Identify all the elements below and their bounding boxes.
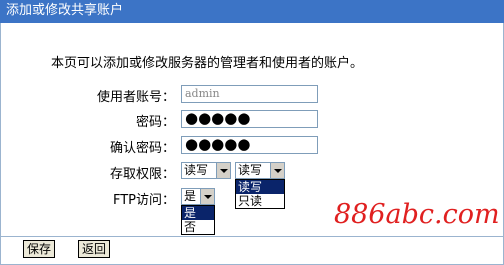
access-dropdown-list[interactable]: 读写 只读 [235,179,285,209]
ftp-option-no[interactable]: 否 [182,220,214,234]
save-button[interactable]: 保存 [23,240,55,258]
ftp-label: FTP访问： [112,193,175,208]
access-select-1-value: 读写 [184,163,209,177]
window-title: 添加或修改共享账户 [6,3,124,18]
chevron-down-icon[interactable] [200,189,214,204]
confirm-password-label: 确认密码： [109,141,175,156]
bottom-separator [0,236,504,237]
chevron-down-icon[interactable] [270,163,284,178]
access-option-readwrite[interactable]: 读写 [236,180,284,194]
ftp-select-value: 是 [184,189,197,203]
password-input[interactable]: ●●●●● [181,110,318,128]
username-label: 使用者账号： [96,90,175,105]
title-bar: 添加或修改共享账户 [0,0,504,22]
access-select-2[interactable]: 读写 [235,162,285,179]
chevron-down-icon[interactable] [216,163,230,178]
back-button[interactable]: 返回 [78,240,110,258]
ftp-dropdown-list[interactable]: 是 否 [181,205,215,235]
title-separator [0,22,504,23]
access-option-readonly[interactable]: 只读 [236,194,284,208]
intro-text: 本页可以添加或修改服务器的管理者和使用者的账户。 [51,56,364,71]
password-label: 密码： [135,115,175,130]
access-label: 存取权限： [109,167,175,182]
ftp-select[interactable]: 是 [181,188,215,205]
access-select-2-value: 读写 [238,163,263,177]
access-select-1[interactable]: 读写 [181,162,231,179]
confirm-password-input[interactable]: ●●●●● [181,136,318,154]
username-input[interactable]: admin [181,85,318,103]
brand-logo: 886abc.com [334,199,500,230]
ftp-option-yes[interactable]: 是 [182,206,214,220]
